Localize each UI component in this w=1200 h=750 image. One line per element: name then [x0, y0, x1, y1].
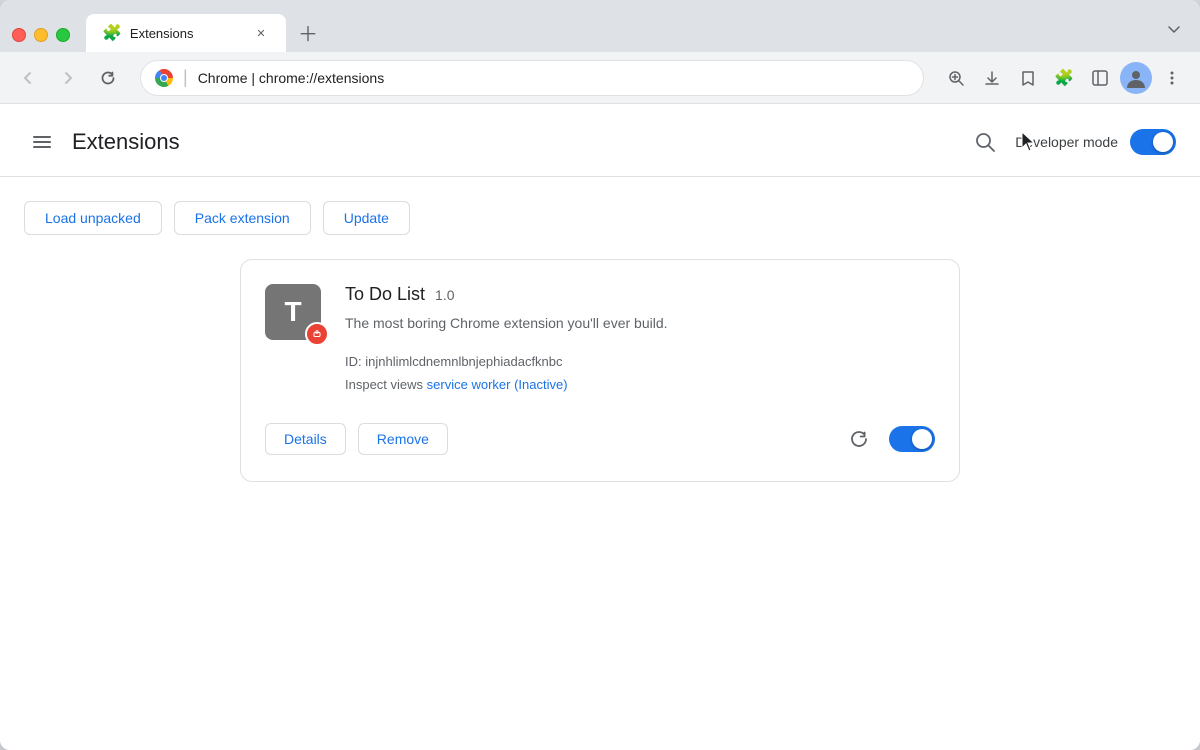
card-top: T To Do List 1.0: [265, 284, 935, 397]
extensions-button[interactable]: 🧩: [1048, 62, 1080, 94]
title-bar: 🧩 Extensions ✕ ＋: [0, 0, 1200, 52]
search-button[interactable]: [967, 124, 1003, 160]
ext-version: 1.0: [435, 287, 454, 303]
service-worker-link[interactable]: service worker (Inactive): [427, 377, 568, 392]
bookmark-button[interactable]: [1012, 62, 1044, 94]
forward-button[interactable]: [52, 62, 84, 94]
traffic-lights: [12, 28, 70, 42]
ext-inspect-row: Inspect views service worker (Inactive): [345, 373, 935, 396]
tab-extensions-label: Extensions: [130, 26, 244, 41]
close-window-button[interactable]: [12, 28, 26, 42]
menu-button[interactable]: [24, 124, 60, 160]
ext-meta: ID: injnhlimlcdnemnlbnjephiadacfknbc Ins…: [345, 350, 935, 397]
download-button[interactable]: [976, 62, 1008, 94]
ext-id-row: ID: injnhlimlcdnemnlbnjephiadacfknbc: [345, 350, 935, 373]
address-bar[interactable]: | Chrome | chrome://extensions: [140, 60, 924, 96]
chrome-logo-icon: [155, 69, 173, 87]
ext-icon-wrapper: T: [265, 284, 325, 344]
extensions-list: T To Do List 1.0: [0, 235, 1200, 506]
ext-info: To Do List 1.0 The most boring Chrome ex…: [345, 284, 935, 397]
ext-badge-icon: [305, 322, 329, 346]
toggle-thumb: [1153, 132, 1173, 152]
more-options-button[interactable]: [1156, 62, 1188, 94]
card-bottom: Details Remove: [265, 417, 935, 457]
back-button[interactable]: [12, 62, 44, 94]
nav-bar: | Chrome | chrome://extensions: [0, 52, 1200, 104]
header-right: Developer mode: [967, 124, 1176, 160]
page-title: Extensions: [72, 129, 967, 155]
load-unpacked-button[interactable]: Load unpacked: [24, 201, 162, 235]
remove-button[interactable]: Remove: [358, 423, 448, 455]
update-button[interactable]: Update: [323, 201, 410, 235]
ext-description: The most boring Chrome extension you'll …: [345, 313, 935, 334]
ext-toggle-track: [889, 426, 935, 452]
address-url: Chrome | chrome://extensions: [198, 70, 909, 86]
extensions-header: Extensions Developer mode: [0, 104, 1200, 177]
address-divider: |: [183, 67, 188, 88]
action-bar: Load unpacked Pack extension Update: [0, 177, 1200, 235]
nav-icons: 🧩: [940, 62, 1188, 94]
ext-enabled-toggle[interactable]: [889, 426, 935, 452]
dev-mode-toggle[interactable]: [1130, 129, 1176, 155]
tab-extensions-icon: 🧩: [102, 23, 122, 43]
profile-button[interactable]: [1120, 62, 1152, 94]
reload-extension-button[interactable]: [841, 421, 877, 457]
details-button[interactable]: Details: [265, 423, 346, 455]
new-tab-button[interactable]: ＋: [294, 18, 322, 46]
dev-mode-label: Developer mode: [1015, 134, 1118, 150]
ext-title-row: To Do List 1.0: [345, 284, 935, 305]
pack-extension-button[interactable]: Pack extension: [174, 201, 311, 235]
zoom-button[interactable]: [940, 62, 972, 94]
maximize-window-button[interactable]: [56, 28, 70, 42]
extension-card: T To Do List 1.0: [240, 259, 960, 482]
active-tab[interactable]: 🧩 Extensions ✕: [86, 14, 286, 52]
tab-list-button[interactable]: [1160, 16, 1188, 44]
browser-window: 🧩 Extensions ✕ ＋: [0, 0, 1200, 750]
refresh-button[interactable]: [92, 62, 124, 94]
minimize-window-button[interactable]: [34, 28, 48, 42]
toggle-track: [1130, 129, 1176, 155]
tab-close-button[interactable]: ✕: [252, 24, 270, 42]
sidebar-button[interactable]: [1084, 62, 1116, 94]
ext-name: To Do List: [345, 284, 425, 305]
tab-bar: 🧩 Extensions ✕ ＋: [86, 14, 1188, 52]
page-content: Extensions Developer mode Load unpack: [0, 104, 1200, 750]
ext-toggle-thumb: [912, 429, 932, 449]
